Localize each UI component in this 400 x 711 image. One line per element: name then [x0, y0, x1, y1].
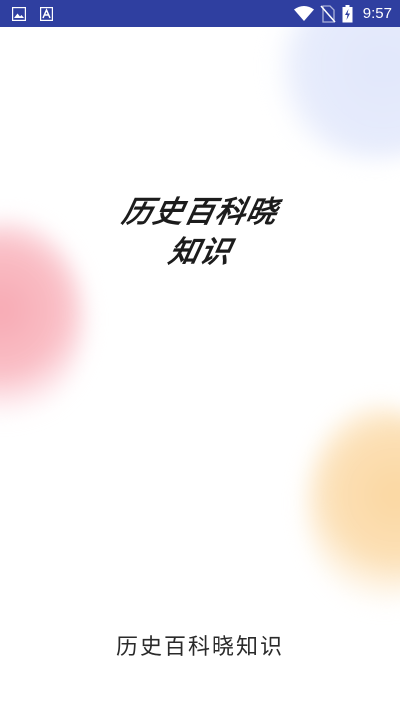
logo-line-2: 知识 [165, 235, 235, 270]
splash-screen: 9:57 历史百科晓 知识 历史百科晓知识 [0, 0, 400, 711]
logo-line-1: 历史百科晓 [118, 195, 282, 230]
app-name-label: 历史百科晓知识 [115, 635, 284, 660]
status-bar: 9:57 [0, 0, 400, 27]
status-time: 9:57 [362, 5, 392, 22]
wifi-icon [293, 5, 314, 22]
decorative-orange-blob [305, 405, 400, 605]
no-sim-icon [320, 4, 336, 23]
app-logo: 历史百科晓 知识 [0, 193, 400, 273]
battery-charging-icon [342, 4, 353, 23]
image-icon [12, 6, 26, 21]
text-a-icon [40, 6, 53, 21]
